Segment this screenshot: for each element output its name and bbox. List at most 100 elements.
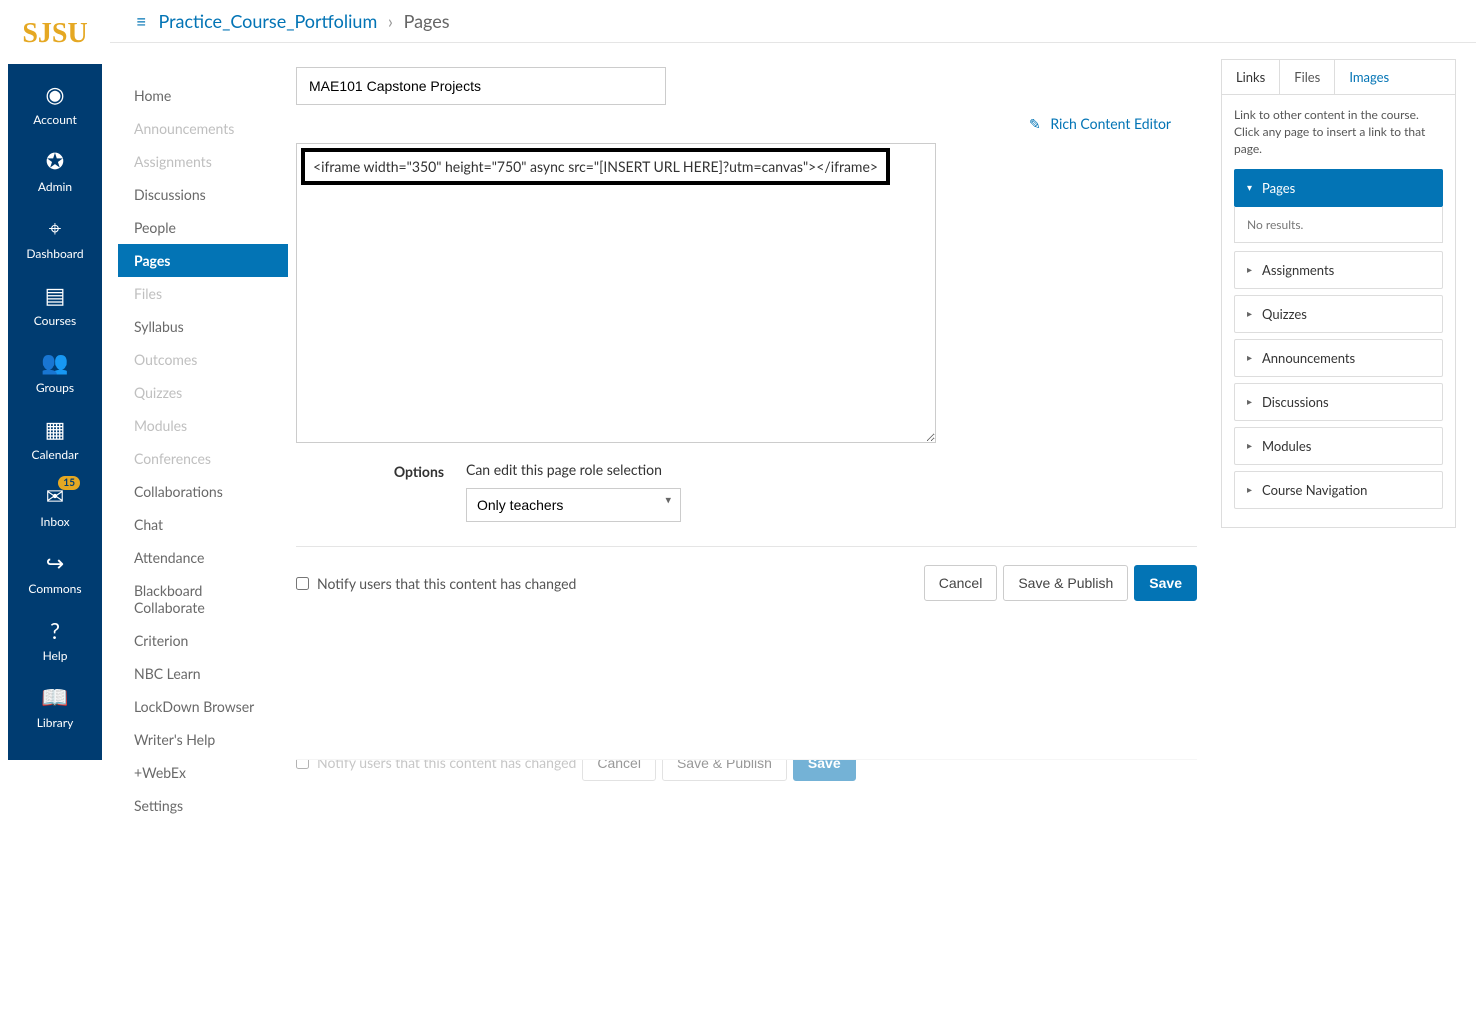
course-nav: HomeAnnouncementsAssignmentsDiscussionsP… xyxy=(118,59,288,822)
dashboard-icon: ⌖ xyxy=(41,214,69,242)
admin-icon: ✪ xyxy=(41,147,69,175)
hamburger-icon[interactable]: ≡ xyxy=(124,10,158,32)
acc-pages[interactable]: ▾Pages xyxy=(1234,169,1443,207)
options-label: Options xyxy=(296,461,466,480)
save-publish-button-ghost: Save & Publish xyxy=(662,759,787,781)
inbox-badge: 15 xyxy=(58,476,80,490)
nav-label: Help xyxy=(43,648,68,663)
course-nav-pages[interactable]: Pages xyxy=(118,244,288,277)
nav-label: Groups xyxy=(36,380,74,395)
action-bar: Notify users that this content has chang… xyxy=(296,546,1197,619)
chevron-icon: ▸ xyxy=(1247,352,1252,364)
chevron-icon: ▸ xyxy=(1247,484,1252,496)
course-nav-quizzes[interactable]: Quizzes xyxy=(118,376,288,409)
course-nav-discussions[interactable]: Discussions xyxy=(118,178,288,211)
course-nav-announcements[interactable]: Announcements xyxy=(118,112,288,145)
nav-label: Inbox xyxy=(40,514,69,529)
course-nav-modules[interactable]: Modules xyxy=(118,409,288,442)
course-nav-collaborations[interactable]: Collaborations xyxy=(118,475,288,508)
course-nav-attendance[interactable]: Attendance xyxy=(118,541,288,574)
nav-label: Courses xyxy=(34,313,76,328)
chevron-icon: ▸ xyxy=(1247,264,1252,276)
nav-admin[interactable]: ✪ Admin xyxy=(8,137,102,204)
notify-text: Notify users that this content has chang… xyxy=(317,575,576,592)
course-nav-blackboard-collaborate[interactable]: Blackboard Collaborate xyxy=(118,574,288,624)
acc-label: Modules xyxy=(1262,438,1311,454)
nav-label: Library xyxy=(37,715,74,730)
tab-files[interactable]: Files xyxy=(1280,60,1335,94)
nav-inbox[interactable]: ✉Inbox15 xyxy=(8,472,102,539)
acc-label: Discussions xyxy=(1262,394,1329,410)
nav-label: Account xyxy=(33,112,77,127)
save-button[interactable]: Save xyxy=(1134,565,1197,601)
sidebar-help-text: Link to other content in the course. Cli… xyxy=(1234,107,1443,157)
chevron-icon: ▸ xyxy=(1247,396,1252,408)
notify-checkbox-label-ghost: Notify users that this content has chang… xyxy=(296,759,576,771)
course-nav-chat[interactable]: Chat xyxy=(118,508,288,541)
rce-icon: ✎ xyxy=(1029,115,1041,132)
nav-courses[interactable]: ▤ Courses xyxy=(8,271,102,338)
breadcrumb-course[interactable]: Practice_Course_Portfolium xyxy=(158,10,377,32)
course-nav-files[interactable]: Files xyxy=(118,277,288,310)
calendar-icon: ▦ xyxy=(41,415,69,443)
nav-commons[interactable]: ↪Commons xyxy=(8,539,102,606)
notify-text-ghost: Notify users that this content has chang… xyxy=(317,759,576,771)
course-nav-writer-s-help[interactable]: Writer's Help xyxy=(118,723,288,756)
acc-course-navigation[interactable]: ▸ Course Navigation xyxy=(1234,471,1443,509)
acc-quizzes[interactable]: ▸Quizzes xyxy=(1234,295,1443,333)
chevron-icon: ▾ xyxy=(1247,182,1252,194)
cancel-button[interactable]: Cancel xyxy=(924,565,998,601)
nav-account[interactable]: ◉ Account xyxy=(8,70,102,137)
course-nav-people[interactable]: People xyxy=(118,211,288,244)
notify-checkbox-ghost xyxy=(296,759,309,769)
notify-checkbox-label[interactable]: Notify users that this content has chang… xyxy=(296,575,576,592)
library-icon: 📖 xyxy=(41,683,69,711)
acc-modules[interactable]: ▸Modules xyxy=(1234,427,1443,465)
course-nav-outcomes[interactable]: Outcomes xyxy=(118,343,288,376)
nav-label: Dashboard xyxy=(26,246,83,261)
acc-label: Course Navigation xyxy=(1262,482,1367,498)
groups-icon: 👥 xyxy=(41,348,69,376)
course-nav-syllabus[interactable]: Syllabus xyxy=(118,310,288,343)
save-button-ghost: Save xyxy=(793,759,856,781)
course-nav-home[interactable]: Home xyxy=(118,79,288,112)
acc-assignments[interactable]: ▸Assignments xyxy=(1234,251,1443,289)
cancel-button-ghost: Cancel xyxy=(582,759,656,781)
course-nav-criterion[interactable]: Criterion xyxy=(118,624,288,657)
iframe-code-highlight: <iframe width="350" height="750" async s… xyxy=(301,148,890,185)
html-editor[interactable]: <iframe width="350" height="750" async s… xyxy=(296,143,936,443)
account-icon: ◉ xyxy=(41,80,69,108)
breadcrumb-separator: › xyxy=(382,10,399,32)
course-nav-settings[interactable]: Settings xyxy=(118,789,288,822)
nav-calendar[interactable]: ▦Calendar xyxy=(8,405,102,472)
rich-content-editor-link[interactable]: Rich Content Editor xyxy=(1050,115,1171,132)
page-title-input[interactable] xyxy=(296,67,666,105)
right-sidebar: LinksFilesImages Link to other content i… xyxy=(1221,59,1456,822)
topbar: ≡ Practice_Course_Portfolium › Pages xyxy=(110,0,1476,43)
course-nav-assignments[interactable]: Assignments xyxy=(118,145,288,178)
notify-checkbox[interactable] xyxy=(296,577,309,590)
nav-library[interactable]: 📖 Library xyxy=(8,673,102,740)
course-nav-conferences[interactable]: Conferences xyxy=(118,442,288,475)
nav-dashboard[interactable]: ⌖ Dashboard xyxy=(8,204,102,271)
acc-discussions[interactable]: ▸ Discussions xyxy=(1234,383,1443,421)
logo: SJSU xyxy=(22,0,87,64)
acc-announcements[interactable]: ▸ Announcements xyxy=(1234,339,1443,377)
course-nav--webex[interactable]: +WebEx xyxy=(118,756,288,789)
breadcrumb: Practice_Course_Portfolium › Pages xyxy=(158,10,449,32)
acc-label: Quizzes xyxy=(1262,306,1307,322)
tab-images[interactable]: Images xyxy=(1335,60,1403,94)
save-publish-button[interactable]: Save & Publish xyxy=(1003,565,1128,601)
nav-groups[interactable]: 👥 Groups xyxy=(8,338,102,405)
course-nav-lockdown-browser[interactable]: LockDown Browser xyxy=(118,690,288,723)
help-icon: ? xyxy=(41,616,69,644)
ghost-action-bar: Notify users that this content has chang… xyxy=(296,759,1197,789)
role-select[interactable]: Only teachers xyxy=(466,488,681,522)
nav-label: Admin xyxy=(38,179,72,194)
nav-help[interactable]: ? Help xyxy=(8,606,102,673)
acc-label: Announcements xyxy=(1262,350,1355,366)
course-nav-nbc-learn[interactable]: NBC Learn xyxy=(118,657,288,690)
tab-links[interactable]: Links xyxy=(1222,60,1280,94)
editor-area: ✎ Rich Content Editor <iframe width="350… xyxy=(288,59,1205,822)
courses-icon: ▤ xyxy=(41,281,69,309)
